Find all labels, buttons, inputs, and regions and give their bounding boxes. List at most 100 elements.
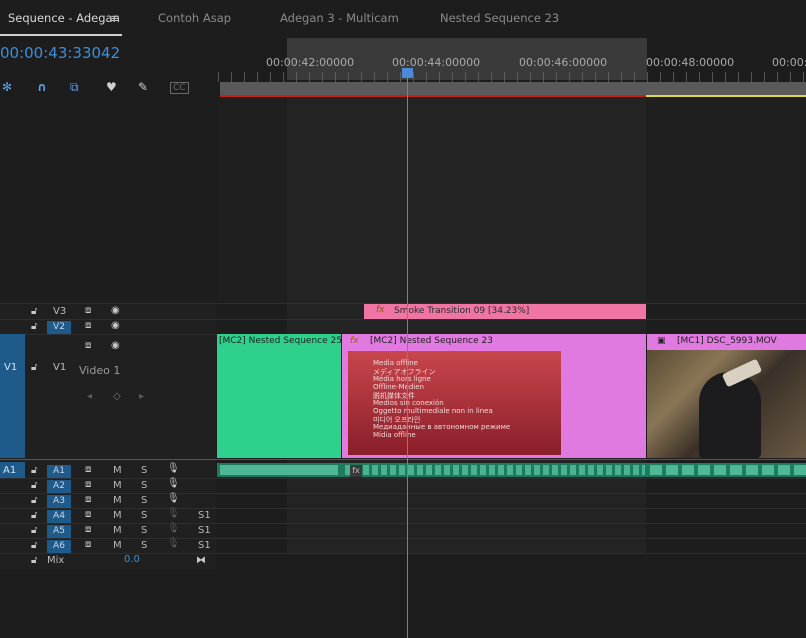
nest-sequence-icon[interactable]: ✻ xyxy=(2,80,12,94)
track-label-v2[interactable]: V2 xyxy=(47,321,71,334)
add-keyframe-icon[interactable]: ◇ xyxy=(113,391,121,403)
track-label-a4[interactable]: A4 xyxy=(47,510,71,523)
sync-lock-icon[interactable]: ⧈ xyxy=(85,494,91,506)
track-divider xyxy=(0,478,806,479)
sync-lock-icon[interactable]: ⧈ xyxy=(85,524,91,536)
track-divider xyxy=(0,538,806,539)
prev-keyframe-icon[interactable]: ◂ xyxy=(87,391,92,403)
ruler-label: 00:00:5 xyxy=(772,56,806,69)
source-patch-label-a1[interactable]: A1 xyxy=(3,465,16,476)
tab-sequence-adegan[interactable]: Sequence - Adegan xyxy=(8,11,120,25)
go-to-in-out-icon[interactable]: ⧓ xyxy=(196,555,206,567)
lock-icon[interactable]: 🔓︎ xyxy=(31,495,37,507)
mute-button[interactable]: M xyxy=(113,540,122,551)
clip-name: [MC2] Nested Sequence 23 xyxy=(370,336,493,346)
tab-adegan-3-multicam[interactable]: Adegan 3 - Multicam xyxy=(280,11,399,25)
eye-icon[interactable]: ◉ xyxy=(111,305,120,317)
solo-button[interactable]: S xyxy=(141,480,147,491)
track-divider xyxy=(0,319,806,320)
lock-icon[interactable]: 🔓︎ xyxy=(31,465,37,477)
sync-lock-icon[interactable]: ⧈ xyxy=(85,305,91,317)
fx-audio-badge: fx xyxy=(350,465,362,477)
lock-icon[interactable]: 🔓︎ xyxy=(31,510,37,522)
source-patch-v1[interactable] xyxy=(0,334,25,458)
magnet-icon[interactable]: ∩ xyxy=(37,80,47,94)
solo-button[interactable]: S xyxy=(141,540,147,551)
playhead-timecode[interactable]: 00:00:43:33042 xyxy=(0,44,120,62)
microphone-icon[interactable]: 🎙︎ xyxy=(167,508,180,520)
track-label-v1[interactable]: V1 xyxy=(53,362,66,373)
ruler-label: 00:00:46:00000 xyxy=(519,56,608,69)
microphone-icon[interactable]: 🎙︎ xyxy=(167,538,180,550)
source-patch-label-v1[interactable]: V1 xyxy=(4,362,17,373)
linked-selection-icon[interactable]: ⧉ xyxy=(70,80,79,95)
track-label-v3[interactable]: V3 xyxy=(53,306,66,317)
solo-button[interactable]: S xyxy=(141,525,147,536)
tab-nested-sequence-23[interactable]: Nested Sequence 23 xyxy=(440,11,559,25)
ruler-label: 00:00:42:00000 xyxy=(266,56,355,69)
microphone-icon[interactable]: 🎙︎ xyxy=(167,478,180,490)
sync-lock-icon[interactable]: ⧈ xyxy=(85,509,91,521)
ruler-label: 00:00:48:00000 xyxy=(646,56,735,69)
offline-text: Medios sin conexión xyxy=(373,399,444,407)
tab-contoh-asap[interactable]: Contoh Asap xyxy=(158,11,231,25)
mute-button[interactable]: M xyxy=(113,525,122,536)
mute-button[interactable]: M xyxy=(113,510,122,521)
lock-icon[interactable]: 🔓︎ xyxy=(31,555,37,567)
track-label-a3[interactable]: A3 xyxy=(47,495,71,508)
mix-volume-value[interactable]: 0.0 xyxy=(124,554,140,565)
mute-button[interactable]: M xyxy=(113,495,122,506)
video-clip-nested-sequence[interactable]: fx [MC2] Nested Sequence 23 Media offlin… xyxy=(342,334,646,458)
playhead-line[interactable] xyxy=(407,68,408,638)
sync-lock-icon[interactable]: ⧈ xyxy=(85,340,91,352)
offline-text: Offline-Medien xyxy=(373,383,424,391)
solo-button[interactable]: S xyxy=(141,495,147,506)
lock-icon[interactable]: 🔓︎ xyxy=(31,540,37,552)
work-area-shade xyxy=(287,97,646,553)
track-label-a5[interactable]: A5 xyxy=(47,525,71,538)
audio-waveform xyxy=(220,465,338,475)
lock-icon[interactable]: 🔓︎ xyxy=(31,362,37,374)
tab-menu-icon[interactable]: ≡ xyxy=(110,11,120,25)
sync-lock-icon[interactable]: ⧈ xyxy=(85,479,91,491)
microphone-icon[interactable]: 🎙︎ xyxy=(167,523,180,535)
track-divider xyxy=(0,553,806,554)
sync-lock-icon[interactable]: ⧈ xyxy=(85,464,91,476)
wrench-icon[interactable]: ✎ xyxy=(138,80,148,94)
sync-lock-icon[interactable]: ⧈ xyxy=(85,539,91,551)
ruler-ticks xyxy=(218,72,806,82)
multicam-icon: ▣ xyxy=(657,336,666,346)
work-area-bar[interactable] xyxy=(220,82,806,96)
lock-icon[interactable]: 🔓︎ xyxy=(31,525,37,537)
lock-icon[interactable]: 🔓︎ xyxy=(31,480,37,492)
offline-text: Mídia offline xyxy=(373,431,416,439)
track-name-video-1[interactable]: Video 1 xyxy=(79,364,120,377)
mix-track-label: Mix xyxy=(47,555,65,566)
track-label-a2[interactable]: A2 xyxy=(47,480,71,493)
clip-thumbnail xyxy=(647,350,806,458)
microphone-icon[interactable]: 🎙︎ xyxy=(167,493,180,505)
video-clip-mc1[interactable]: ▣ [MC1] DSC_5993.MOV xyxy=(647,334,806,458)
video-clip-mc2[interactable]: [MC2] Nested Sequence 25 xyxy=(217,334,342,458)
track-divider xyxy=(0,523,806,524)
track-divider xyxy=(0,508,806,509)
solo-button[interactable]: S xyxy=(141,465,147,476)
captions-icon[interactable]: CC xyxy=(170,82,189,94)
mute-button[interactable]: M xyxy=(113,480,122,491)
next-keyframe-icon[interactable]: ▸ xyxy=(139,391,144,403)
marker-icon[interactable]: ♥ xyxy=(106,80,117,94)
lock-icon[interactable]: 🔓︎ xyxy=(31,306,37,318)
sync-lock-icon[interactable]: ⧈ xyxy=(85,320,91,332)
mute-button[interactable]: M xyxy=(113,465,122,476)
media-offline-thumbnail: Media offline メディアオフライン Média hors ligne… xyxy=(348,351,561,455)
solo-button[interactable]: S xyxy=(141,510,147,521)
track-label-a6[interactable]: A6 xyxy=(47,540,71,553)
lock-icon[interactable]: 🔓︎ xyxy=(31,321,37,333)
offline-text: Media offline xyxy=(373,359,418,367)
eye-icon[interactable]: ◉ xyxy=(111,340,120,352)
eye-icon[interactable]: ◉ xyxy=(111,320,120,332)
track-label-a1[interactable]: A1 xyxy=(47,465,71,478)
offline-text: Медиаданные в автономном режиме xyxy=(373,423,511,431)
clip-name: [MC1] DSC_5993.MOV xyxy=(677,336,777,346)
microphone-icon[interactable]: 🎙︎ xyxy=(167,463,180,475)
